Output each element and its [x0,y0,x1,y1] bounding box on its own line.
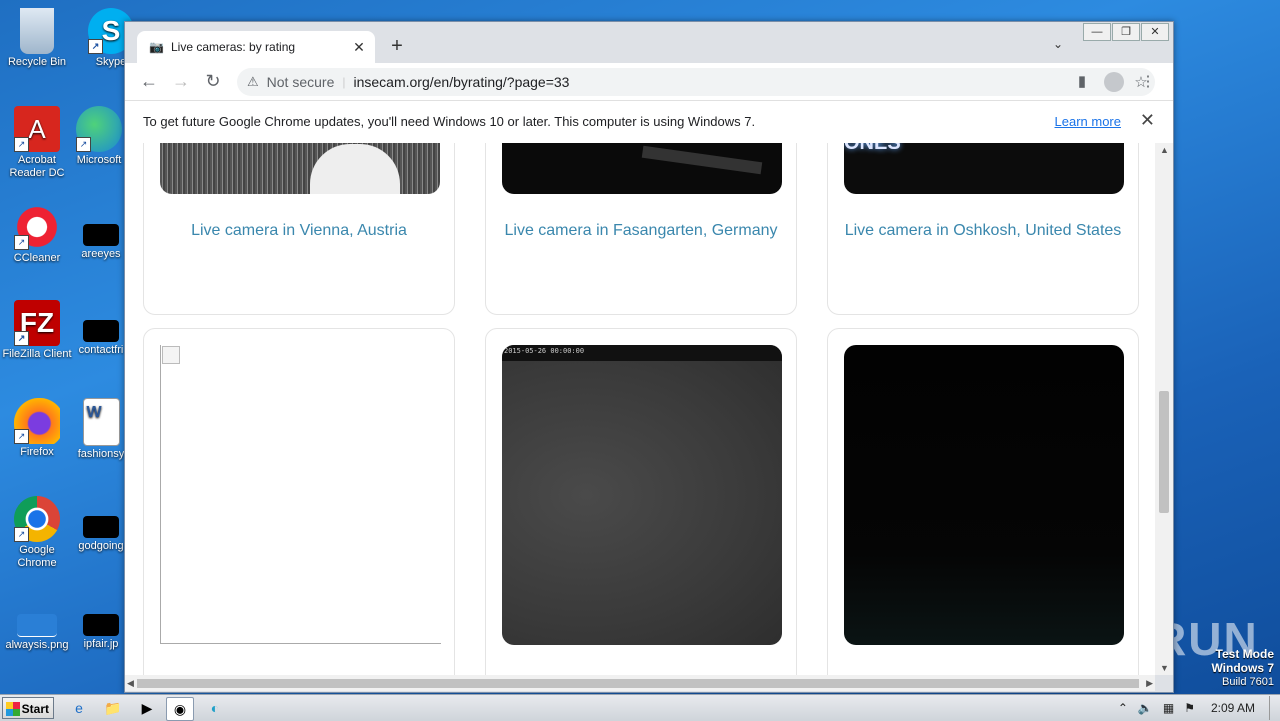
side-panel-icon[interactable]: ▮ [1071,72,1093,90]
network-icon[interactable]: ▦ [1163,701,1174,715]
camera-card[interactable]: ONES Live camera in Oshkosh, United Stat… [827,143,1139,315]
volume-icon[interactable]: 🔈 [1138,701,1153,715]
building-shape [641,145,763,175]
avatar [1104,72,1124,92]
umbrella-shape [310,144,400,194]
warning-icon: ⚠ [247,74,259,89]
system-tray: ⌃ 🔈 ▦ ⚑ 2:09 AM [1118,695,1280,721]
toolbar: ← → ↻ ⚠ Not secure | insecam.org/en/byra… [125,63,1173,100]
camera-card[interactable] [827,328,1139,675]
chrome-window: — ❐ ✕ 📷 Live cameras: by rating ✕ + ⌄ ← … [124,21,1174,693]
show-desktop-button[interactable] [1269,696,1280,720]
camera-card[interactable]: 2015-05-26 00:00:00 [485,328,797,675]
address-bar[interactable]: ⚠ Not secure | insecam.org/en/byrating/?… [237,68,1155,96]
desktop-icon-chrome[interactable]: ↗ Google Chrome [0,496,74,570]
image-file-icon [17,614,57,637]
lit-sign-text: ONES [844,143,901,154]
test-mode-label: Test Mode [1215,647,1274,661]
tab-search-chevron-icon[interactable]: ⌄ [1053,37,1063,51]
camera-card[interactable]: Live camera in Fasangarten, Germany [485,143,797,315]
os-label: Windows 7 [1211,661,1274,675]
camera-favicon-icon: 📷 [149,40,164,54]
page-content: Live camera in Vienna, Austria Live came… [125,143,1155,675]
profile-button[interactable] [1103,72,1125,96]
black-file-icon [83,516,119,538]
desktop-icon-alwaysis[interactable]: alwaysis.png [0,594,74,652]
update-infobar: To get future Google Chrome updates, you… [125,100,1173,144]
explorer-taskbar-icon[interactable]: 📁 [100,697,126,719]
desktop-icon-firefox[interactable]: ↗ Firefox [0,398,74,459]
camera-image[interactable] [160,143,440,194]
action-center-flag-icon[interactable]: ⚑ [1184,701,1195,715]
tab-live-cameras[interactable]: 📷 Live cameras: by rating ✕ [137,31,375,63]
start-button[interactable]: Start [2,697,54,719]
desktop-icon-recycle-bin[interactable]: Recycle Bin [0,8,74,69]
vertical-scrollbar[interactable]: ▲ ▼ [1155,143,1173,675]
filezilla-icon: FZ ↗ [14,300,60,346]
ie-taskbar-icon[interactable]: e [66,697,92,719]
test-mode-watermark: Test Mode Windows 7 Build 7601 [1211,648,1274,689]
infobar-close-icon[interactable]: ✕ [1140,110,1155,131]
horizontal-scroll-thumb[interactable] [137,679,1139,688]
scroll-left-arrow-icon[interactable]: ◀ [127,678,134,689]
desktop-icon-ccleaner[interactable]: ↗ CCleaner [0,204,74,265]
tray-expand-icon[interactable]: ⌃ [1118,701,1128,715]
reload-button[interactable]: ↻ [201,71,225,92]
camera-caption-link[interactable]: Live camera in Fasangarten, Germany [486,222,796,240]
url-text[interactable]: insecam.org/en/byrating/?page=33 [353,74,1099,90]
camera-card[interactable]: Live camera in Vienna, Austria [143,143,455,315]
camera-caption-link[interactable]: Live camera in Oshkosh, United States [828,222,1138,240]
close-window-button[interactable]: ✕ [1141,23,1169,41]
window-controls: — ❐ ✕ [1082,23,1169,41]
clock[interactable]: 2:09 AM [1211,701,1255,715]
vertical-scroll-thumb[interactable] [1159,391,1169,513]
scroll-right-arrow-icon[interactable]: ▶ [1146,678,1153,689]
separator: | [342,75,346,89]
camera-image[interactable]: 2015-05-26 00:00:00 [502,345,782,645]
word-document-icon: W [82,398,120,446]
chrome-icon: ↗ [14,496,60,542]
camera-image[interactable] [502,143,782,194]
build-label: Build 7601 [1222,676,1274,688]
ccleaner-icon: ↗ [14,204,60,250]
minimize-button[interactable]: — [1083,23,1111,41]
camera-caption-link[interactable]: Live camera in Vienna, Austria [144,222,454,240]
menu-kebab-icon[interactable]: ⋮ [1137,72,1159,90]
edge-icon: ↗ [76,106,122,152]
black-file-icon [83,320,119,342]
infobar-message: To get future Google Chrome updates, you… [143,114,756,129]
scroll-up-arrow-icon[interactable]: ▲ [1160,145,1169,155]
desktop-icon-filezilla[interactable]: FZ ↗ FileZilla Client [0,300,74,361]
learn-more-link[interactable]: Learn more [1055,114,1121,129]
restore-button[interactable]: ❐ [1112,23,1140,41]
black-file-icon [83,224,119,246]
back-button[interactable]: ← [137,71,161,92]
camera-card[interactable] [143,328,455,675]
not-secure-label[interactable]: Not secure [267,74,335,90]
media-player-taskbar-icon[interactable]: ▶ [134,697,160,719]
recycle-bin-icon [20,8,54,54]
chrome-taskbar-icon[interactable]: ◉ [166,697,194,721]
camera-image[interactable]: ONES [844,143,1124,194]
camera-image[interactable] [844,345,1124,645]
camera-image-broken[interactable] [160,345,441,644]
timestamp-text: 2015-05-26 00:00:00 [504,347,585,355]
edge-taskbar-icon[interactable]: ◐ [202,697,228,719]
horizontal-scrollbar[interactable]: ◀ ▶ [125,675,1155,691]
firefox-icon: ↗ [14,398,60,444]
acrobat-icon: A ↗ [14,106,60,152]
taskbar: Start e 📁 ▶ ◉ ◐ ⌃ 🔈 ▦ ⚑ 2:09 AM [0,694,1280,721]
broken-image-icon [162,346,180,364]
forward-button[interactable]: → [169,71,193,92]
new-tab-button[interactable]: + [387,35,407,58]
windows-logo-icon [6,702,20,716]
tab-close-icon[interactable]: ✕ [349,39,369,56]
black-file-icon [83,614,119,636]
start-label: Start [21,702,49,716]
tab-title: Live cameras: by rating [171,40,296,54]
scroll-down-arrow-icon[interactable]: ▼ [1160,663,1169,673]
